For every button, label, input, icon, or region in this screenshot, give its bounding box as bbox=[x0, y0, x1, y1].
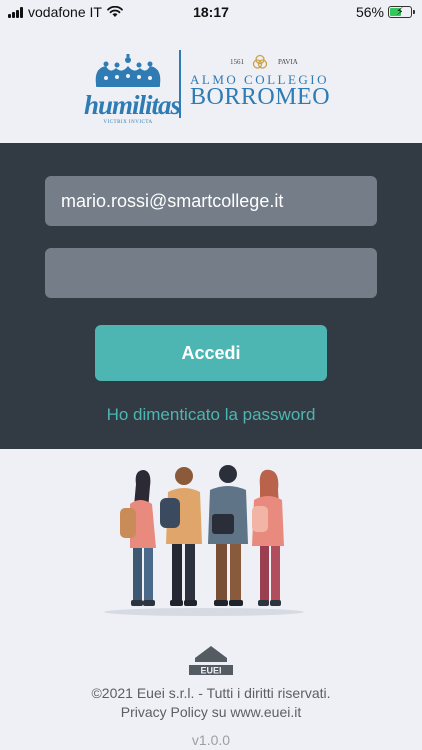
city-name: PAVIA bbox=[278, 58, 298, 66]
copyright-text: ©2021 Euei s.r.l. - Tutti i diritti rise… bbox=[91, 685, 331, 701]
college-logo: humilitas VICTRIX INVICTA 1561 PAVIA ALM… bbox=[0, 40, 422, 140]
euei-logo-text: EUEI bbox=[200, 666, 221, 676]
logo-divider bbox=[179, 50, 181, 118]
crest-subtitle: VICTRIX INVICTA bbox=[103, 120, 153, 125]
crest-motto: humilitas bbox=[84, 90, 181, 120]
status-bar: vodafone IT 18:17 56% ⚡ bbox=[0, 0, 422, 24]
borromean-knot-icon bbox=[252, 54, 268, 69]
student-3 bbox=[208, 465, 248, 606]
student-4 bbox=[252, 469, 284, 606]
login-form: Accedi Ho dimenticato la password bbox=[0, 143, 422, 449]
forgot-password-link[interactable]: Ho dimenticato la password bbox=[0, 405, 422, 425]
student-1 bbox=[120, 470, 156, 606]
euei-logo-icon: EUEI bbox=[189, 646, 233, 676]
students-illustration bbox=[104, 465, 304, 616]
app-version: v1.0.0 bbox=[191, 732, 231, 748]
copyright-block: ©2021 Euei s.r.l. - Tutti i diritti rise… bbox=[0, 684, 422, 722]
privacy-policy-link[interactable]: Privacy Policy su www.euei.it bbox=[0, 703, 422, 722]
status-right: 56% ⚡ bbox=[355, 4, 415, 20]
email-field[interactable] bbox=[45, 176, 377, 226]
college-name-line2: BORROMEO bbox=[190, 84, 331, 110]
charging-bolt-icon: ⚡ bbox=[396, 6, 404, 18]
battery-icon: ⚡ bbox=[388, 6, 415, 18]
student-2 bbox=[160, 467, 202, 606]
password-field[interactable] bbox=[45, 248, 377, 298]
login-button[interactable]: Accedi bbox=[95, 325, 327, 381]
battery-percent: 56% bbox=[355, 4, 384, 20]
